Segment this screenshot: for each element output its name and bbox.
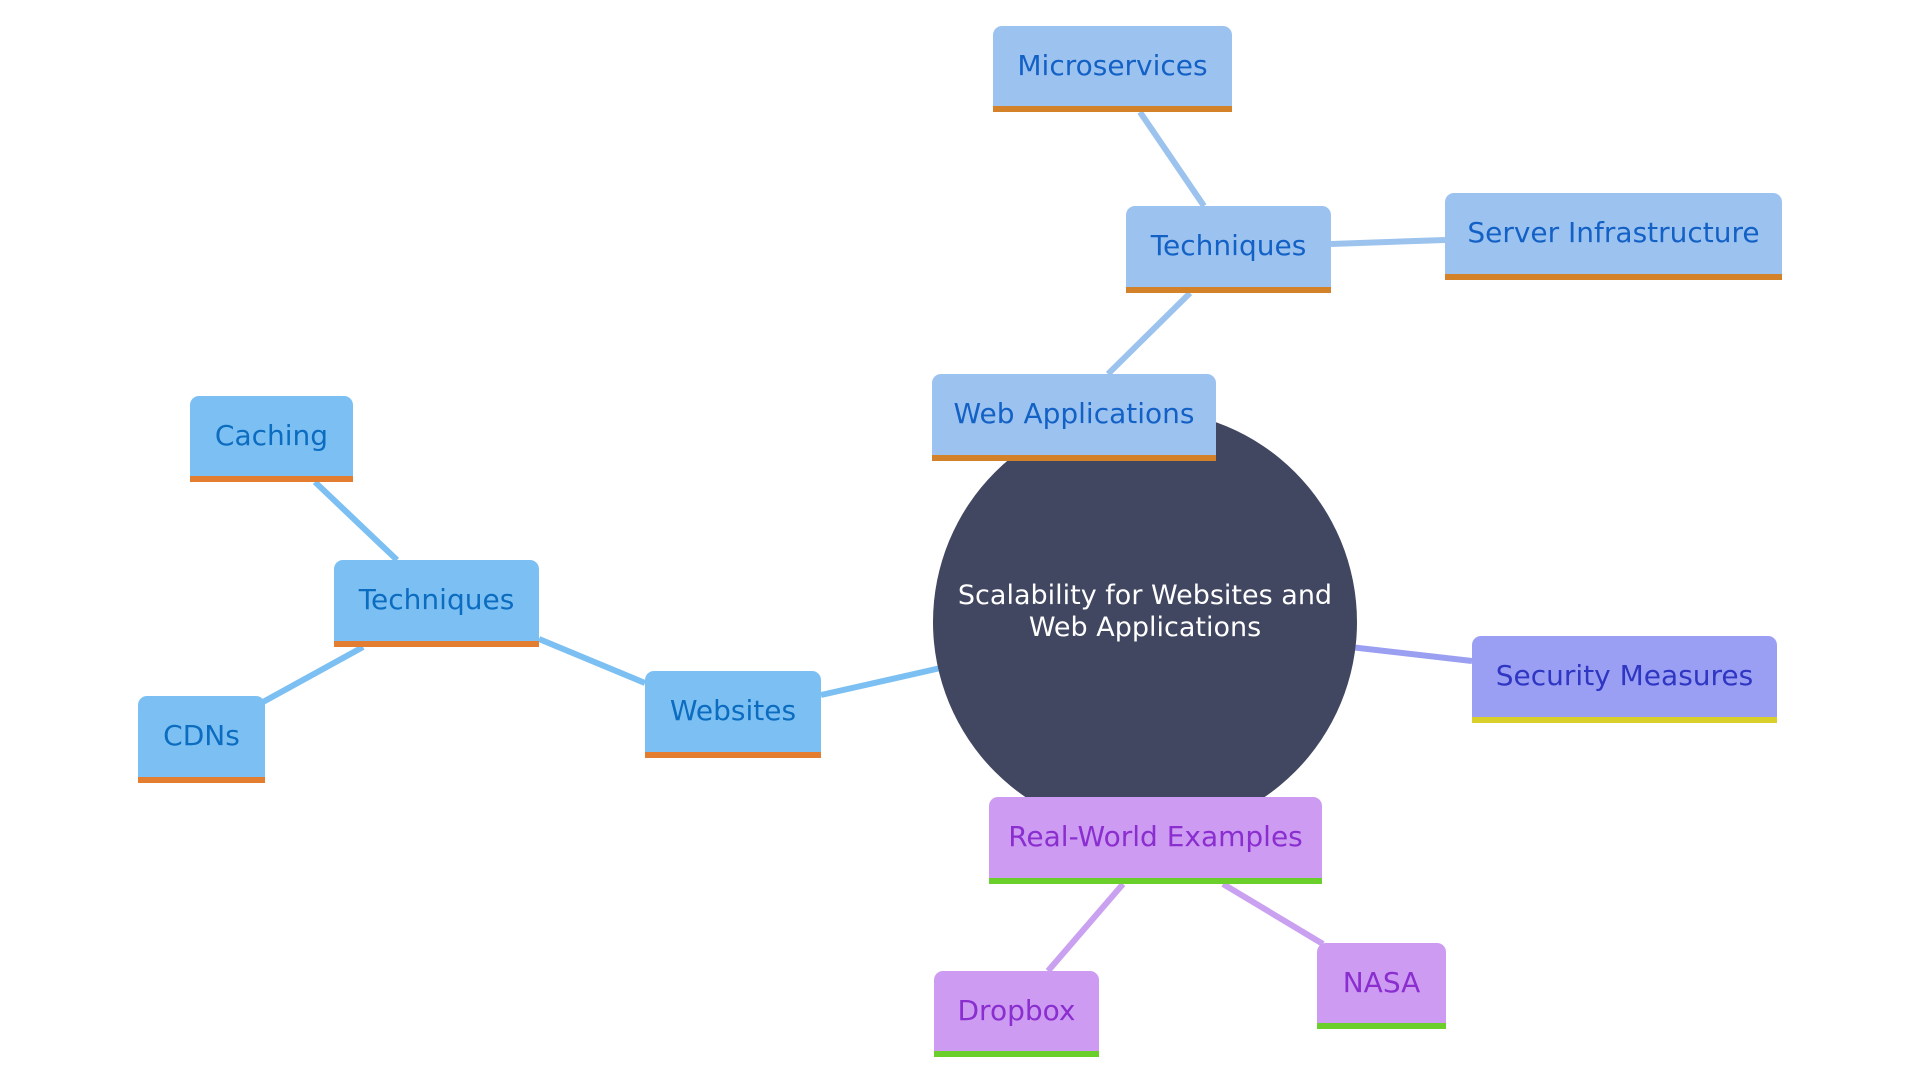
edge-techniques-web-applications — [1105, 290, 1193, 377]
node-label: Dropbox — [957, 993, 1076, 1027]
edge-real-world-nasa — [1221, 881, 1325, 947]
node-real-world-examples[interactable]: Real-World Examples — [989, 797, 1322, 884]
node-label: CDNs — [163, 719, 240, 752]
node-cdns[interactable]: CDNs — [138, 696, 265, 783]
node-websites-techniques[interactable]: Techniques — [334, 560, 539, 647]
node-label: Microservices — [1017, 48, 1208, 82]
node-label: Server Infrastructure — [1467, 216, 1760, 249]
node-label: Techniques — [358, 583, 515, 616]
node-label: Websites — [669, 694, 797, 727]
node-label: NASA — [1342, 965, 1421, 999]
node-label: Techniques — [1150, 229, 1307, 262]
node-label: Web Applications — [953, 397, 1195, 430]
edge-microservices-techniques — [1137, 110, 1207, 208]
node-websites[interactable]: Websites — [645, 671, 821, 758]
root-node[interactable]: Scalability for Websites and Web Applica… — [933, 410, 1357, 834]
node-label: Real-World Examples — [1008, 820, 1303, 853]
edge-real-world-dropbox — [1045, 882, 1126, 973]
root-label: Scalability for Websites and Web Applica… — [957, 580, 1333, 643]
node-label: Caching — [214, 418, 329, 452]
node-nasa[interactable]: NASA — [1317, 943, 1446, 1029]
edge-techniques-server-infrastructure — [1330, 237, 1446, 247]
edge-root-security — [1349, 644, 1473, 664]
node-server-infrastructure[interactable]: Server Infrastructure — [1445, 193, 1782, 280]
edge-caching-techniques — [312, 479, 400, 563]
node-dropbox[interactable]: Dropbox — [934, 971, 1099, 1057]
node-caching[interactable]: Caching — [190, 396, 353, 482]
edge-techniques-cdns — [261, 644, 365, 705]
node-label: Security Measures — [1495, 659, 1754, 692]
node-webapp-techniques[interactable]: Techniques — [1126, 206, 1331, 293]
node-security-measures[interactable]: Security Measures — [1472, 636, 1777, 723]
node-microservices[interactable]: Microservices — [993, 26, 1232, 112]
edge-techniques-websites — [537, 636, 647, 686]
node-web-applications[interactable]: Web Applications — [932, 374, 1216, 461]
edge-websites-root — [820, 664, 946, 698]
